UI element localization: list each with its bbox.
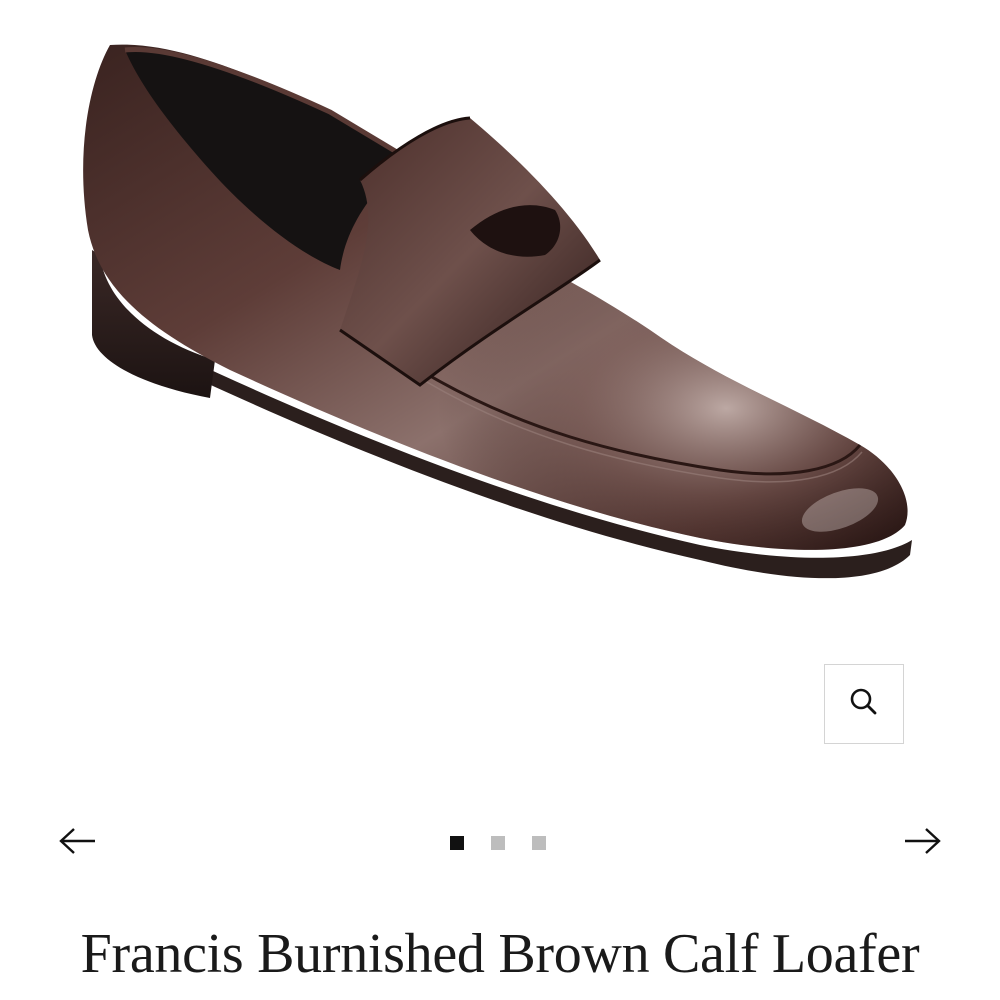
next-image-button[interactable] — [898, 820, 948, 866]
carousel-dot-1[interactable] — [450, 836, 464, 850]
arrow-right-icon — [903, 826, 943, 861]
arrow-left-icon — [57, 826, 97, 861]
previous-image-button[interactable] — [52, 820, 102, 866]
carousel-dot-3[interactable] — [532, 836, 546, 850]
zoom-button[interactable] — [824, 664, 904, 744]
carousel-dot-2[interactable] — [491, 836, 505, 850]
carousel-dots — [450, 836, 546, 850]
image-carousel-controls — [0, 810, 1000, 876]
magnifier-icon — [847, 685, 881, 724]
product-image — [0, 0, 1000, 640]
loafer-illustration — [83, 44, 913, 579]
product-title: Francis Burnished Brown Calf Loafer — [80, 923, 920, 985]
